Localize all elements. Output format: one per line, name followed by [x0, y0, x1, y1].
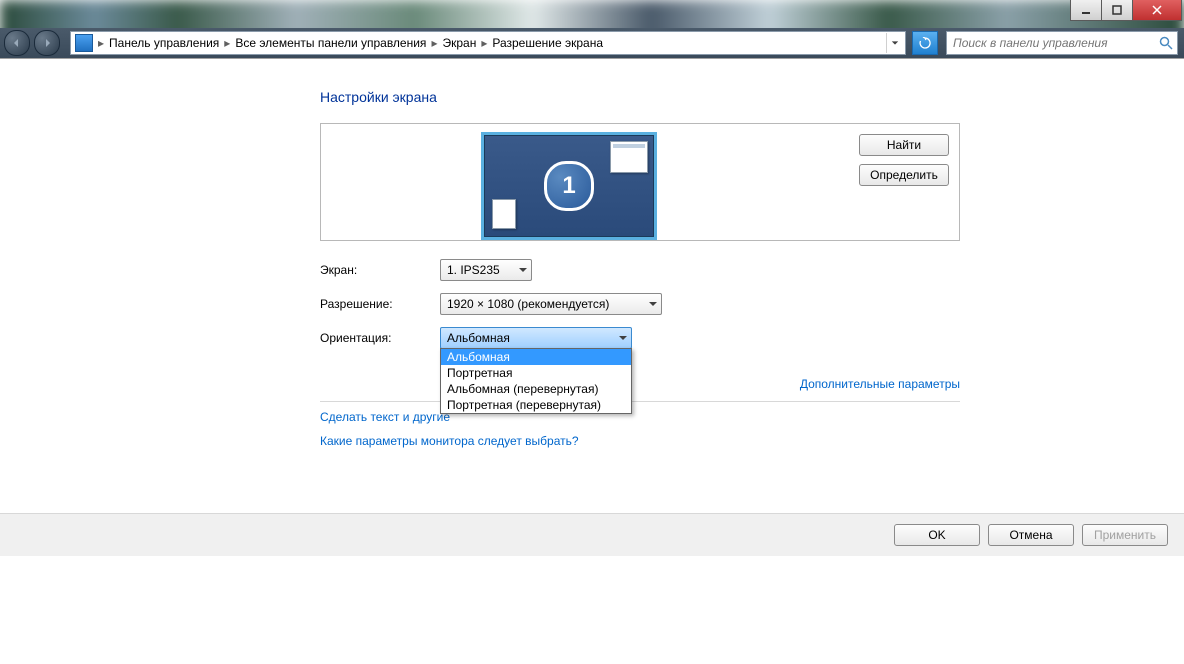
chevron-down-icon — [513, 263, 527, 277]
window-controls — [1071, 0, 1182, 21]
orientation-dropdown: Альбомная Портретная Альбомная (переверн… — [440, 348, 632, 414]
resolution-value: 1920 × 1080 (рекомендуется) — [447, 297, 609, 311]
control-panel-icon — [75, 34, 93, 52]
orientation-label: Ориентация: — [320, 331, 440, 345]
orientation-option-landscape[interactable]: Альбомная — [441, 349, 631, 365]
forward-button[interactable] — [34, 30, 60, 56]
resolution-select[interactable]: 1920 × 1080 (рекомендуется) — [440, 293, 662, 315]
dialog-buttons: OK Отмена Применить — [0, 513, 1184, 556]
monitor-help-link[interactable]: Какие параметры монитора следует выбрать… — [320, 434, 579, 448]
cancel-button[interactable]: Отмена — [988, 524, 1074, 546]
apply-button[interactable]: Применить — [1082, 524, 1168, 546]
chevron-right-icon: ▸ — [224, 36, 230, 50]
content-area: Настройки экрана 1 Найти Определить Экра… — [0, 58, 1184, 664]
back-button[interactable] — [4, 30, 30, 56]
maximize-button[interactable] — [1101, 0, 1133, 21]
minimize-button[interactable] — [1070, 0, 1102, 21]
monitor-preview[interactable]: 1 — [481, 132, 657, 240]
crumb-control-panel[interactable]: Панель управления — [107, 36, 221, 50]
monitor-preview-box: 1 Найти Определить — [320, 123, 960, 241]
search-icon — [1159, 36, 1173, 50]
breadcrumb-history-dropdown[interactable] — [886, 33, 903, 53]
search-box[interactable] — [946, 31, 1178, 55]
crumb-all-items[interactable]: Все элементы панели управления — [233, 36, 428, 50]
crumb-display[interactable]: Экран — [440, 36, 478, 50]
page-title: Настройки экрана — [320, 89, 960, 105]
orientation-option-portrait-flipped[interactable]: Портретная (перевернутая) — [441, 397, 631, 413]
resolution-label: Разрешение: — [320, 297, 440, 311]
orientation-option-portrait[interactable]: Портретная — [441, 365, 631, 381]
address-bar: ▸ Панель управления ▸ Все элементы панел… — [0, 28, 1184, 58]
text-size-link[interactable]: Сделать текст и другие — [320, 410, 450, 424]
monitor-number-badge: 1 — [544, 161, 594, 211]
screen-label: Экран: — [320, 263, 440, 277]
orientation-select[interactable]: Альбомная Альбомная Портретная Альбомная… — [440, 327, 632, 349]
screen-value: 1. IPS235 — [447, 263, 500, 277]
chevron-down-icon — [643, 297, 657, 311]
detect-button[interactable]: Определить — [859, 164, 949, 186]
find-button[interactable]: Найти — [859, 134, 949, 156]
close-button[interactable] — [1132, 0, 1182, 21]
orientation-value: Альбомная — [447, 331, 510, 345]
orientation-option-landscape-flipped[interactable]: Альбомная (перевернутая) — [441, 381, 631, 397]
screen-select[interactable]: 1. IPS235 — [440, 259, 532, 281]
advanced-settings-link[interactable]: Дополнительные параметры — [800, 377, 960, 391]
ok-button[interactable]: OK — [894, 524, 980, 546]
chevron-right-icon: ▸ — [481, 36, 487, 50]
preview-window-icon — [492, 199, 516, 229]
refresh-button[interactable] — [912, 31, 938, 55]
breadcrumb[interactable]: ▸ Панель управления ▸ Все элементы панел… — [70, 31, 906, 55]
chevron-down-icon — [613, 331, 627, 345]
search-input[interactable] — [951, 35, 1159, 51]
chevron-right-icon: ▸ — [98, 36, 104, 50]
chevron-right-icon: ▸ — [431, 36, 437, 50]
divider — [320, 401, 960, 402]
crumb-resolution[interactable]: Разрешение экрана — [490, 36, 605, 50]
preview-window-icon — [610, 141, 648, 173]
